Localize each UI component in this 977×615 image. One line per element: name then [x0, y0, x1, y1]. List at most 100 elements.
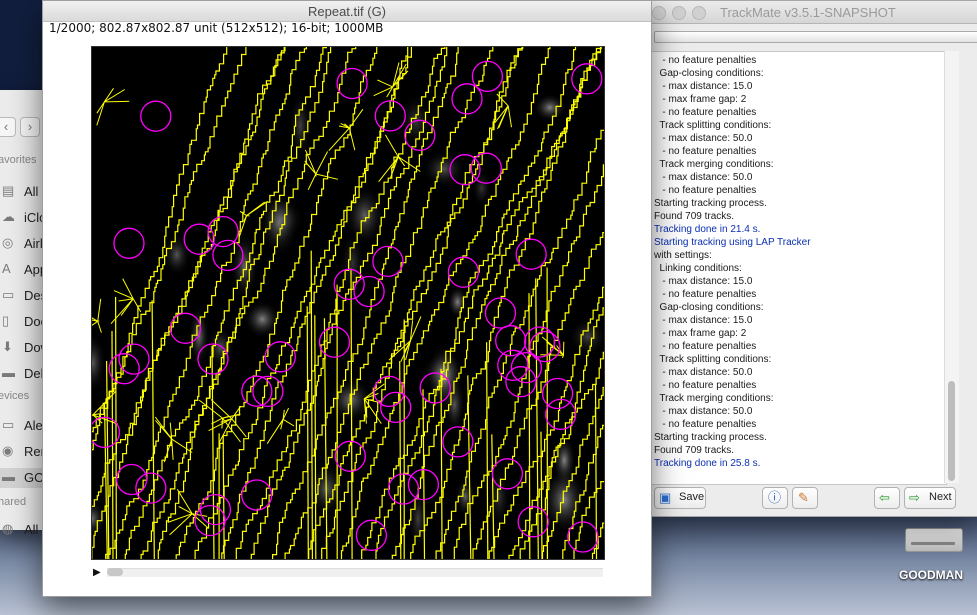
track-path	[151, 300, 155, 559]
image-titlebar: Repeat.tif (G)	[43, 1, 651, 22]
track-link	[92, 414, 94, 417]
track-link	[304, 160, 317, 175]
spot-marker[interactable]	[517, 506, 549, 538]
track-path	[528, 293, 531, 559]
tracks-overlay[interactable]	[92, 47, 604, 559]
track-path	[306, 306, 309, 559]
spot-marker[interactable]	[140, 100, 172, 132]
track-path	[399, 361, 402, 559]
track-path	[222, 440, 225, 559]
sidebar-item-label: All	[24, 522, 39, 537]
log-line: Gap-closing conditions:	[654, 302, 764, 313]
track-link	[221, 418, 223, 429]
track-path	[310, 250, 313, 559]
slider-track[interactable]	[107, 568, 603, 577]
track-path	[211, 346, 215, 559]
log-line: Linking conditions:	[654, 263, 742, 274]
spot-marker[interactable]	[545, 398, 577, 431]
track-link	[307, 173, 317, 191]
track-link	[110, 298, 134, 325]
log-line: Tracking done in 21.4 s.	[654, 224, 761, 235]
track-path	[350, 268, 353, 559]
log-line: Starting tracking using LAP Tracker	[654, 237, 811, 248]
trackmate-title: TrackMate v3.5.1-SNAPSHOT	[720, 5, 896, 20]
log-line: Track splitting conditions:	[654, 120, 772, 131]
spot-marker[interactable]	[334, 440, 366, 472]
log-line: - no feature penalties	[654, 146, 757, 157]
save-label: Save	[679, 491, 705, 503]
trackmate-window: TrackMate v3.5.1-SNAPSHOT - no feature p…	[645, 0, 977, 517]
spot-marker[interactable]	[113, 227, 145, 259]
applications-icon: A	[2, 261, 11, 276]
track-link	[171, 438, 193, 453]
spot-marker[interactable]	[108, 353, 140, 385]
track-path	[591, 522, 604, 559]
spot-marker[interactable]	[471, 60, 504, 93]
documents-icon: ▯	[2, 313, 10, 328]
log-line: - max frame gap: 2	[654, 94, 747, 105]
log-line: - no feature penalties	[654, 341, 757, 352]
scroll-thumb[interactable]	[948, 381, 955, 481]
track-link	[540, 354, 564, 356]
spot-marker[interactable]	[135, 472, 167, 504]
save-icon: ▣	[659, 490, 672, 505]
track-link	[282, 418, 295, 427]
sidebar-item-label: Del	[24, 366, 44, 381]
favorites-header: avorites	[0, 154, 37, 166]
close-icon[interactable]	[652, 6, 666, 20]
drive-label[interactable]: GOODMAN	[899, 568, 963, 582]
folder-icon: ▬	[2, 365, 15, 380]
log-line: Found 709 tracks.	[654, 445, 735, 456]
spot-marker[interactable]	[380, 391, 412, 424]
laptop-icon: ▭	[2, 417, 15, 432]
spot-marker[interactable]	[241, 479, 273, 511]
slider-knob[interactable]	[107, 568, 123, 576]
track-path	[594, 383, 598, 559]
next-button[interactable]: ⇨ Next	[904, 487, 956, 509]
frame-slider[interactable]: ▶	[91, 565, 603, 579]
spot-marker[interactable]	[115, 463, 148, 496]
minimize-icon[interactable]	[672, 6, 686, 20]
disc-icon: ◉	[2, 443, 14, 458]
play-icon[interactable]: ▶	[93, 567, 101, 578]
track-path	[115, 296, 117, 559]
save-button[interactable]: ▣ Save	[654, 487, 706, 509]
info-icon: ⓘ	[768, 490, 782, 505]
info-button[interactable]: ⓘ	[762, 487, 788, 509]
log-line: with settings:	[654, 250, 712, 261]
image-info: 1/2000; 802.87x802.87 unit (512x512); 16…	[49, 21, 384, 35]
next-arrow-icon: ⇨	[909, 490, 920, 505]
log-line: Starting tracking process.	[654, 198, 767, 209]
back-icon[interactable]: ‹	[0, 117, 16, 137]
track-link	[104, 89, 125, 103]
log-line: - max distance: 50.0	[654, 367, 753, 378]
spot-marker[interactable]	[199, 493, 232, 526]
wrench-icon: ✎	[798, 490, 809, 505]
airdrop-icon: ◎	[2, 235, 14, 250]
track-link	[397, 156, 406, 167]
drive-icon[interactable]	[905, 528, 963, 554]
track-link	[210, 399, 233, 420]
log-line: - no feature penalties	[654, 380, 757, 391]
track-link	[97, 321, 102, 333]
cell-blob	[487, 464, 511, 529]
spot-marker[interactable]	[515, 238, 547, 270]
zoom-icon[interactable]	[692, 6, 706, 20]
settings-button[interactable]: ✎	[792, 487, 818, 509]
forward-icon[interactable]: ›	[20, 117, 40, 137]
spot-marker[interactable]	[567, 521, 599, 553]
previous-button[interactable]: ⇦	[874, 487, 900, 509]
log-line: Track merging conditions:	[654, 159, 774, 170]
cell-blob	[447, 285, 469, 319]
spot-marker[interactable]	[529, 330, 561, 363]
spot-marker[interactable]	[497, 349, 529, 381]
log-line: - max distance: 15.0	[654, 276, 753, 287]
log-line: - no feature penalties	[654, 419, 757, 430]
log-panel[interactable]: - no feature penalties Gap-closing condi…	[651, 51, 947, 485]
log-scrollbar[interactable]	[944, 51, 959, 483]
image-canvas[interactable]	[91, 46, 605, 560]
cell-blob	[533, 93, 567, 122]
log-line: - max distance: 50.0	[654, 406, 753, 417]
track-link	[163, 438, 173, 463]
sidebar-item-label: Ale	[24, 418, 43, 433]
